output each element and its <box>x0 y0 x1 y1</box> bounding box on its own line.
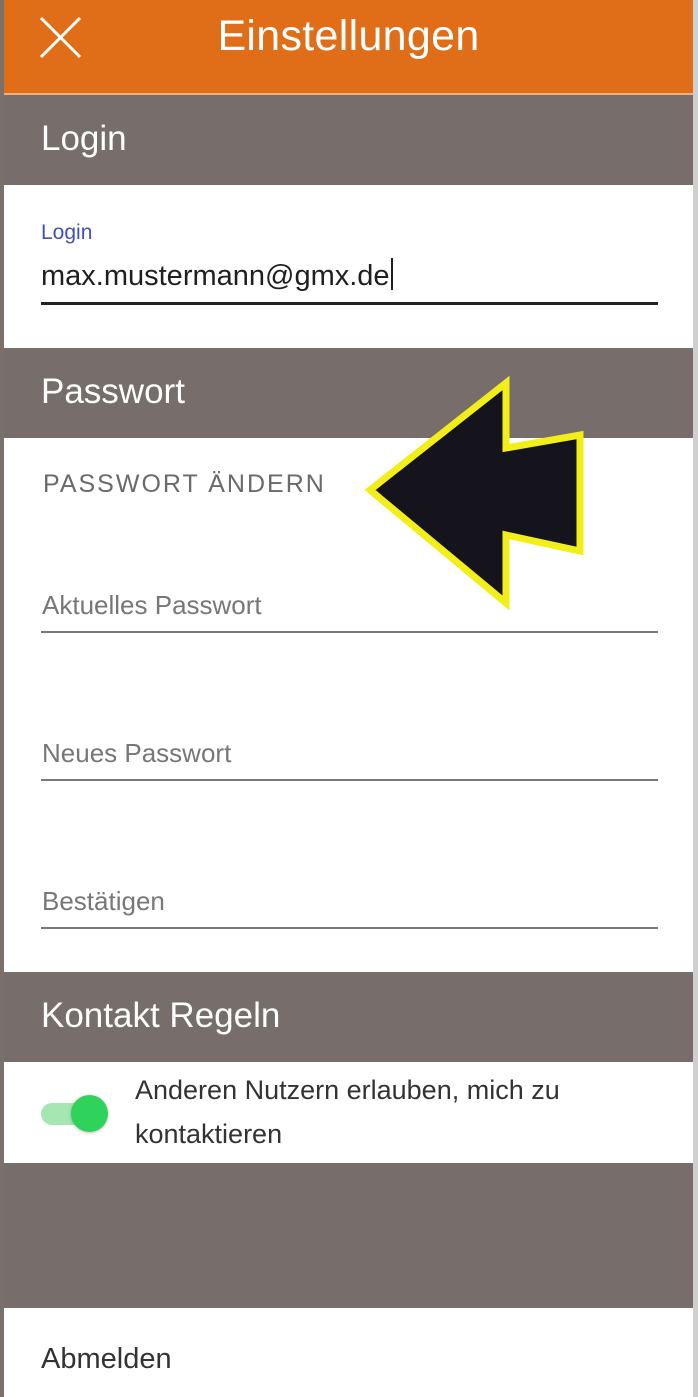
confirm-password-underline <box>41 927 658 929</box>
current-password-placeholder: Aktuelles Passwort <box>42 590 262 620</box>
settings-screen: Einstellungen Login Login max.mustermann… <box>0 0 698 1397</box>
page-title: Einstellungen <box>217 12 480 60</box>
section-title-contact: Kontakt Regeln <box>41 996 281 1035</box>
new-password-input[interactable]: Neues Passwort <box>41 721 658 781</box>
arrow-left-icon <box>364 375 584 610</box>
section-title-login: Login <box>41 119 127 158</box>
login-input[interactable]: max.mustermann@gmx.de <box>41 258 393 293</box>
change-password-heading: PASSWORT ÄNDERN <box>43 470 326 498</box>
section-title-password: Passwort <box>41 372 185 411</box>
login-field-label: Login <box>41 221 93 244</box>
current-password-underline <box>41 631 658 633</box>
logout-button[interactable]: Abmelden <box>41 1343 172 1376</box>
toggle-knob <box>71 1095 108 1132</box>
login-input-underline <box>41 302 658 305</box>
section-header-login: Login <box>4 95 693 185</box>
confirm-password-placeholder: Bestätigen <box>42 886 165 916</box>
app-header: Einstellungen <box>4 0 693 95</box>
allow-contact-toggle[interactable] <box>41 1094 108 1134</box>
text-caret <box>390 258 393 290</box>
allow-contact-label: Anderen Nutzern erlauben, mich zu kontak… <box>135 1075 560 1149</box>
new-password-underline <box>41 779 658 781</box>
confirm-password-input[interactable]: Bestätigen <box>41 869 658 929</box>
login-input-value: max.mustermann@gmx.de <box>41 260 390 292</box>
frame-edge-right <box>693 0 698 1397</box>
new-password-placeholder: Neues Passwort <box>42 738 232 768</box>
section-header-contact: Kontakt Regeln <box>4 972 693 1062</box>
section-spacer <box>4 1163 693 1308</box>
